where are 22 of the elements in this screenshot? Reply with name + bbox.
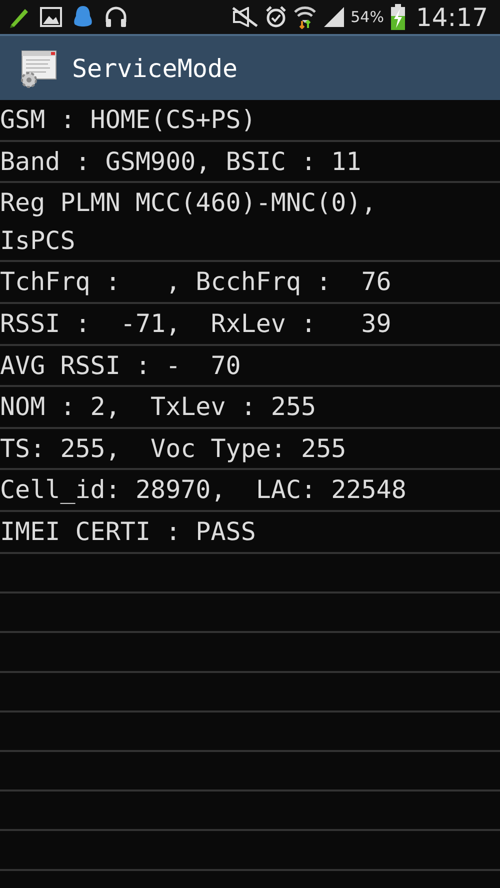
info-line: Band : GSM900, BSIC : 11: [0, 146, 362, 178]
app-title: ServiceMode: [72, 54, 238, 82]
penguin-icon: [72, 5, 94, 29]
info-line: Cell_id: 28970, LAC: 22548: [0, 474, 408, 506]
info-line: RSSI : -71, RxLev : 39: [0, 308, 392, 340]
wifi-icon: [292, 5, 317, 29]
info-line: IMEI CERTI : PASS: [0, 516, 257, 548]
info-line: TS: 255, Voc Type: 255: [0, 432, 348, 465]
info-line: TchFrq : , BcchFrq : 76: [0, 266, 392, 298]
info-line: GSM : HOME(CS+PS): [0, 104, 257, 136]
info-line: Reg PLMN MCC(460)-MNC(0), IsPCS: [0, 187, 378, 257]
info-line: AVG RSSI : - 70: [0, 350, 242, 382]
signal-icon: [322, 6, 345, 28]
battery-charging-icon: [390, 4, 406, 30]
mute-icon: [230, 7, 259, 27]
image-icon: [40, 7, 62, 27]
alarm-icon: [264, 6, 287, 28]
clock-time: 14:17: [416, 2, 488, 32]
headphones-icon: [104, 6, 128, 28]
pencil-icon: [8, 6, 30, 28]
info-line: NOM : 2, TxLev : 255: [0, 391, 318, 424]
battery-percent: 54%: [350, 8, 384, 26]
